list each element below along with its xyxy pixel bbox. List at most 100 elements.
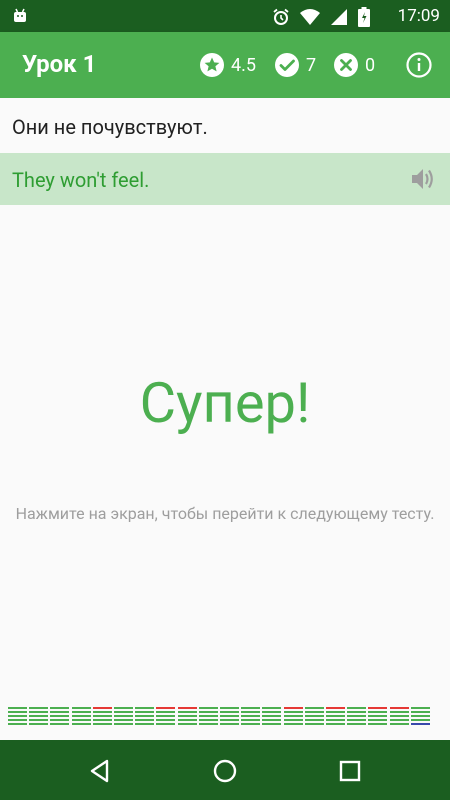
progress-mark-correct bbox=[50, 723, 70, 725]
progress-column bbox=[368, 707, 388, 727]
progress-column bbox=[135, 707, 155, 727]
rating-stat: 4.5 bbox=[199, 52, 256, 78]
progress-history bbox=[8, 707, 434, 731]
progress-mark-correct bbox=[71, 719, 91, 721]
progress-mark-correct bbox=[326, 723, 345, 725]
progress-mark-correct bbox=[50, 711, 70, 713]
progress-mark-correct bbox=[220, 707, 239, 709]
progress-mark-correct bbox=[114, 719, 133, 721]
progress-mark-correct bbox=[29, 715, 49, 717]
progress-column bbox=[347, 707, 367, 727]
progress-mark-correct bbox=[114, 711, 133, 713]
progress-mark-correct bbox=[177, 723, 197, 725]
progress-mark-correct bbox=[241, 719, 261, 721]
info-icon[interactable] bbox=[405, 51, 433, 79]
progress-column bbox=[8, 707, 27, 727]
progress-mark-correct bbox=[156, 719, 176, 721]
status-time: 17:09 bbox=[397, 6, 440, 26]
progress-mark-correct bbox=[135, 707, 155, 709]
progress-mark-correct bbox=[135, 723, 155, 725]
correct-count: 7 bbox=[306, 54, 317, 76]
progress-mark-correct bbox=[304, 723, 324, 725]
progress-mark-correct bbox=[241, 715, 261, 717]
progress-mark-wrong bbox=[156, 707, 176, 709]
progress-mark-correct bbox=[326, 719, 345, 721]
progress-mark-correct bbox=[177, 715, 197, 717]
rating-value: 4.5 bbox=[231, 54, 256, 76]
progress-mark-correct bbox=[347, 719, 367, 721]
progress-mark-correct bbox=[8, 715, 27, 717]
progress-column bbox=[304, 707, 324, 727]
progress-column bbox=[50, 707, 70, 727]
progress-mark-correct bbox=[198, 723, 218, 725]
answer-text: They won't feel. bbox=[12, 168, 150, 192]
progress-mark-correct bbox=[304, 715, 324, 717]
progress-mark-correct bbox=[114, 715, 133, 717]
progress-mark-correct bbox=[50, 715, 70, 717]
progress-mark-correct bbox=[8, 719, 27, 721]
progress-mark-correct bbox=[135, 711, 155, 713]
progress-mark-current bbox=[410, 723, 430, 725]
progress-mark-correct bbox=[283, 711, 303, 713]
progress-mark-correct bbox=[326, 711, 345, 713]
progress-mark-correct bbox=[410, 711, 430, 713]
progress-mark-correct bbox=[135, 719, 155, 721]
progress-column bbox=[177, 707, 197, 727]
progress-column bbox=[71, 707, 91, 727]
progress-mark-correct bbox=[368, 715, 388, 717]
home-icon[interactable] bbox=[210, 756, 240, 786]
progress-mark-correct bbox=[198, 719, 218, 721]
progress-mark-correct bbox=[198, 707, 218, 709]
speaker-icon[interactable] bbox=[410, 167, 436, 191]
progress-mark-correct bbox=[283, 719, 303, 721]
progress-mark-correct bbox=[29, 723, 49, 725]
progress-mark-correct bbox=[368, 723, 388, 725]
progress-mark-correct bbox=[368, 711, 388, 713]
progress-column bbox=[92, 707, 112, 727]
progress-mark-correct bbox=[410, 719, 430, 721]
progress-mark-correct bbox=[220, 723, 239, 725]
progress-column bbox=[283, 707, 303, 727]
progress-mark-correct bbox=[304, 711, 324, 713]
question-text: Они не почувствуют. bbox=[12, 115, 208, 139]
android-icon bbox=[14, 8, 26, 22]
progress-mark-correct bbox=[92, 711, 112, 713]
progress-mark-correct bbox=[220, 719, 239, 721]
progress-mark-correct bbox=[347, 707, 367, 709]
status-bar: 17:09 bbox=[0, 0, 450, 32]
question-panel: Они не почувствуют. bbox=[0, 98, 450, 153]
progress-mark-correct bbox=[156, 715, 176, 717]
progress-mark-wrong bbox=[92, 707, 112, 709]
progress-mark-correct bbox=[220, 715, 239, 717]
progress-mark-correct bbox=[156, 723, 176, 725]
progress-mark-correct bbox=[347, 723, 367, 725]
status-icons bbox=[272, 7, 370, 27]
progress-mark-correct bbox=[389, 715, 409, 717]
progress-mark-correct bbox=[241, 707, 261, 709]
page-title: Урок 1 bbox=[22, 50, 97, 78]
progress-column bbox=[262, 707, 282, 727]
progress-mark-wrong bbox=[283, 707, 303, 709]
back-icon[interactable] bbox=[85, 756, 115, 786]
progress-mark-correct bbox=[29, 711, 49, 713]
progress-mark-correct bbox=[389, 711, 409, 713]
navigation-bar bbox=[0, 740, 450, 800]
recents-icon[interactable] bbox=[335, 756, 365, 786]
progress-mark-correct bbox=[92, 719, 112, 721]
wrong-count: 0 bbox=[365, 54, 376, 76]
progress-mark-correct bbox=[50, 719, 70, 721]
progress-mark-correct bbox=[156, 711, 176, 713]
progress-mark-correct bbox=[92, 723, 112, 725]
progress-mark-correct bbox=[114, 707, 133, 709]
progress-mark-correct bbox=[135, 715, 155, 717]
progress-mark-wrong bbox=[326, 707, 345, 709]
progress-mark-correct bbox=[71, 715, 91, 717]
wifi-icon bbox=[300, 9, 320, 25]
progress-mark-correct bbox=[262, 711, 282, 713]
progress-mark-correct bbox=[389, 723, 409, 725]
progress-mark-correct bbox=[177, 719, 197, 721]
progress-mark-correct bbox=[71, 711, 91, 713]
result-message[interactable]: Супер! bbox=[0, 370, 450, 436]
progress-mark-correct bbox=[368, 719, 388, 721]
progress-mark-correct bbox=[283, 715, 303, 717]
